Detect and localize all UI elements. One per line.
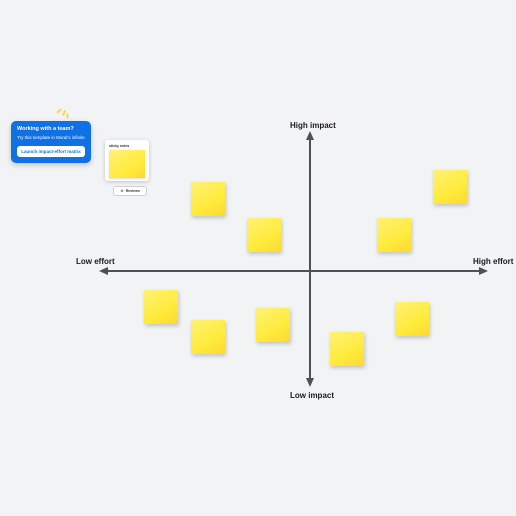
sticky-note[interactable]: [191, 320, 225, 354]
sticky-note[interactable]: [330, 332, 364, 366]
launch-template-button[interactable]: Launch impact-effort matrix: [17, 146, 85, 157]
sticky-note-icon: [109, 150, 145, 178]
sticky-note[interactable]: [377, 218, 411, 252]
template-card[interactable]: sticky notes: [105, 140, 149, 181]
sticky-note[interactable]: [395, 302, 429, 336]
template-label: sticky notes: [109, 144, 145, 148]
axis-label-top: High impact: [290, 121, 336, 130]
sparkle-icon: [54, 108, 72, 122]
promo-title: Working with a team?: [17, 126, 85, 132]
impact-effort-canvas[interactable]: High impact Low impact Low effort High e…: [0, 0, 516, 516]
reviews-button[interactable]: ☆ Reviews: [113, 186, 147, 196]
arrow-right-icon: [479, 267, 488, 275]
arrow-left-icon: [99, 267, 108, 275]
reviews-label: Reviews: [126, 189, 140, 193]
axis-label-bottom: Low impact: [290, 391, 334, 400]
axis-label-left: Low effort: [76, 257, 115, 266]
sticky-note[interactable]: [433, 170, 467, 204]
sticky-note[interactable]: [247, 218, 281, 252]
promo-panel: Working with a team? Try this template i…: [11, 121, 91, 163]
axis-label-right: High effort: [473, 257, 513, 266]
x-axis-line: [107, 270, 480, 272]
sticky-note[interactable]: [256, 308, 290, 342]
promo-subtitle: Try this template in Mural's infinite: [17, 135, 85, 141]
arrow-up-icon: [306, 131, 314, 140]
arrow-down-icon: [306, 378, 314, 387]
star-icon: ☆: [120, 189, 124, 193]
sticky-note[interactable]: [191, 182, 225, 216]
y-axis-line: [309, 139, 311, 379]
sticky-note[interactable]: [144, 290, 178, 324]
